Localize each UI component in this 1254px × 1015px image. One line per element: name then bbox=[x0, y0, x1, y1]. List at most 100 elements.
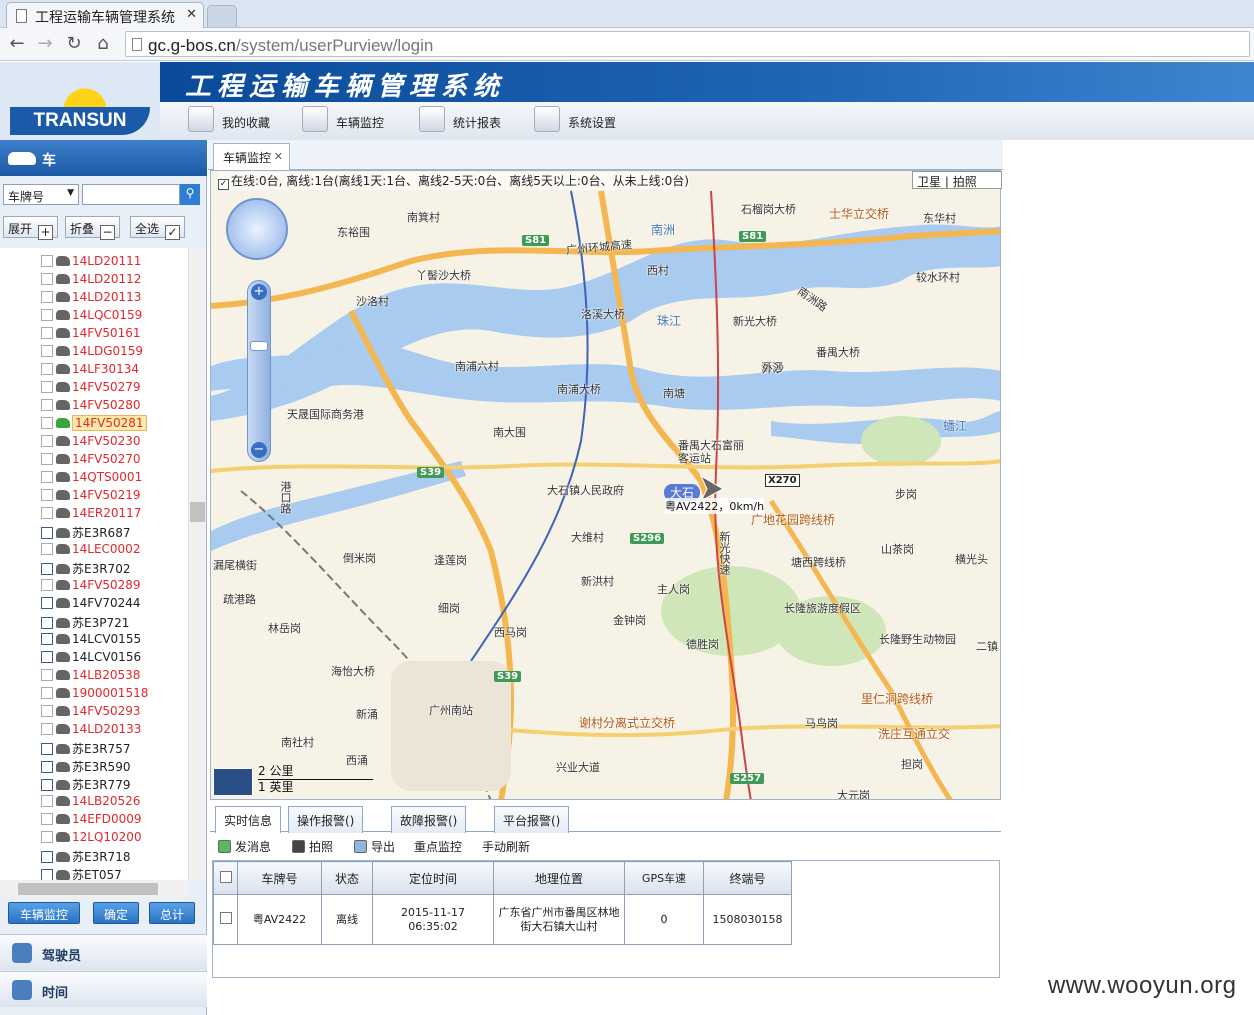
list-item[interactable]: 14LD20111 bbox=[41, 254, 141, 272]
vehicle-checkbox[interactable] bbox=[41, 381, 53, 393]
list-item[interactable]: 14FV50279 bbox=[41, 380, 141, 398]
column-header[interactable]: 定位时间 bbox=[372, 861, 494, 895]
forward-icon[interactable]: → bbox=[34, 33, 56, 54]
focus-monitor-button[interactable]: 重点监控 bbox=[414, 838, 462, 855]
vehicle-checkbox[interactable] bbox=[41, 597, 53, 609]
column-header[interactable]: GPS车速 bbox=[624, 861, 704, 895]
confirm-button[interactable]: 确定 bbox=[93, 902, 139, 924]
list-item[interactable]: 1900001518 bbox=[41, 686, 148, 704]
home-icon[interactable]: ⌂ bbox=[92, 33, 114, 54]
list-item[interactable]: 14LQC0159 bbox=[41, 308, 142, 326]
list-item[interactable]: 苏E3R590 bbox=[41, 758, 130, 776]
vehicle-speed-label[interactable]: 粤AV2422，0km/h bbox=[665, 498, 765, 514]
zoom-knob[interactable] bbox=[250, 341, 268, 351]
list-item[interactable]: 14FV50161 bbox=[41, 326, 141, 344]
vehicle-checkbox[interactable] bbox=[41, 633, 53, 645]
row-checkbox[interactable] bbox=[219, 911, 232, 924]
column-header[interactable]: 状态 bbox=[321, 861, 373, 895]
back-icon[interactable]: ← bbox=[6, 33, 28, 54]
vehicle-checkbox[interactable] bbox=[41, 831, 53, 843]
collapse-button[interactable]: 折叠 − bbox=[65, 216, 121, 240]
tab-platform-alarm[interactable]: 平台报警() bbox=[494, 806, 570, 833]
list-item[interactable]: 14FV50280 bbox=[41, 398, 141, 416]
vehicle-checkbox[interactable] bbox=[41, 813, 53, 825]
map-view[interactable]: 南箕村 东裕围 丫髻沙大桥 沙洛村 南洲 石榴岗大桥 士华立交桥 东华村 西村 … bbox=[210, 170, 1001, 800]
vehicle-checkbox[interactable] bbox=[41, 743, 53, 755]
vehicle-checkbox[interactable] bbox=[41, 273, 53, 285]
list-item[interactable]: 14LD20113 bbox=[41, 290, 141, 308]
accordion-driver[interactable]: 驾驶员 bbox=[0, 934, 207, 970]
vehicle-checkbox[interactable] bbox=[41, 471, 53, 483]
map-type-switch[interactable]: 卫星 | 拍照 bbox=[912, 171, 1002, 189]
header-checkbox-cell[interactable] bbox=[213, 861, 238, 895]
list-item[interactable]: 14FV70244 bbox=[41, 596, 141, 614]
vehicle-checkbox[interactable] bbox=[41, 563, 53, 575]
overview-map-toggle[interactable] bbox=[213, 768, 253, 796]
tree-vertical-scrollbar[interactable] bbox=[188, 248, 206, 880]
list-item[interactable]: 苏E3R702 bbox=[41, 560, 130, 578]
list-item[interactable]: 14LF30134 bbox=[41, 362, 139, 380]
list-item[interactable]: 14LCV0155 bbox=[41, 632, 141, 650]
vehicle-checkbox[interactable] bbox=[41, 363, 53, 375]
vehicle-panel-header[interactable]: 车 bbox=[0, 140, 207, 176]
menu-vehicle-monitor[interactable]: 车辆监控 bbox=[302, 106, 384, 132]
scroll-thumb[interactable] bbox=[18, 883, 158, 895]
list-item[interactable]: 14LEC0002 bbox=[41, 542, 140, 560]
vehicle-checkbox[interactable] bbox=[41, 255, 53, 267]
list-item[interactable]: 14LD20112 bbox=[41, 272, 141, 290]
list-item[interactable]: 苏E3R757 bbox=[41, 740, 130, 758]
select-all-checkbox[interactable] bbox=[219, 870, 232, 883]
vehicle-checkbox[interactable] bbox=[41, 435, 53, 447]
browser-tab[interactable]: 工程运输车辆管理系统 ✕ bbox=[6, 2, 204, 28]
menu-reports[interactable]: 统计报表 bbox=[419, 106, 501, 132]
tab-operation-alarm[interactable]: 操作报警() bbox=[288, 806, 364, 833]
list-item[interactable]: 14ER20117 bbox=[41, 506, 141, 524]
close-tab-icon[interactable]: ✕ bbox=[274, 150, 283, 163]
list-item[interactable]: 14FV50270 bbox=[41, 452, 141, 470]
vehicle-checkbox[interactable] bbox=[41, 705, 53, 717]
vehicle-checkbox[interactable] bbox=[41, 779, 53, 791]
list-item[interactable]: 14QTS0001 bbox=[41, 470, 142, 488]
online-checkbox[interactable]: ✓ bbox=[218, 179, 229, 190]
vehicle-checkbox[interactable] bbox=[41, 687, 53, 699]
row-checkbox-cell[interactable] bbox=[213, 894, 238, 945]
list-item[interactable]: 14FV50219 bbox=[41, 488, 141, 506]
search-field-select[interactable]: 车牌号 ▼ bbox=[3, 184, 79, 205]
pan-control-icon[interactable] bbox=[226, 198, 288, 260]
list-item[interactable]: 14LB20526 bbox=[41, 794, 140, 812]
vehicle-checkbox[interactable] bbox=[41, 851, 53, 863]
list-item[interactable]: 14EFD0009 bbox=[41, 812, 142, 830]
plate-search-input[interactable] bbox=[82, 184, 180, 205]
take-photo-button[interactable]: 拍照 bbox=[292, 838, 333, 855]
list-item[interactable]: 苏E3P721 bbox=[41, 614, 129, 632]
vehicle-checkbox[interactable] bbox=[41, 723, 53, 735]
url-field[interactable]: gc.g-bos.cn/system/userPurview/login bbox=[125, 31, 1250, 57]
vehicle-checkbox[interactable] bbox=[41, 761, 53, 773]
reload-icon[interactable]: ↻ bbox=[63, 33, 85, 54]
vehicle-checkbox[interactable] bbox=[41, 669, 53, 681]
tree-horizontal-scrollbar[interactable] bbox=[0, 880, 188, 898]
vehicle-checkbox[interactable] bbox=[41, 327, 53, 339]
column-header[interactable]: 地理位置 bbox=[493, 861, 625, 895]
manual-refresh-button[interactable]: 手动刷新 bbox=[482, 838, 530, 855]
list-item[interactable]: 14FV50293 bbox=[41, 704, 141, 722]
close-tab-icon[interactable]: ✕ bbox=[186, 7, 197, 22]
list-item[interactable]: 14FV50230 bbox=[41, 434, 141, 452]
vehicle-checkbox[interactable] bbox=[41, 489, 53, 501]
expand-button[interactable]: 展开 + bbox=[3, 216, 59, 240]
list-item[interactable]: 苏ET057 bbox=[41, 866, 122, 880]
total-button[interactable]: 总计 bbox=[149, 902, 195, 924]
search-icon[interactable]: ⚲ bbox=[180, 184, 200, 205]
list-item[interactable]: 14FV50281 bbox=[41, 415, 147, 434]
table-row[interactable]: 粤AV2422 离线 2015-11-17 06:35:02 广东省广州市番禺区… bbox=[213, 894, 792, 945]
list-item[interactable]: 苏E3R687 bbox=[41, 524, 130, 542]
scroll-thumb[interactable] bbox=[190, 502, 205, 522]
menu-favorites[interactable]: 我的收藏 bbox=[188, 106, 270, 132]
vehicle-checkbox[interactable] bbox=[41, 345, 53, 357]
export-button[interactable]: 导出 bbox=[354, 838, 395, 855]
vehicle-monitor-button[interactable]: 车辆监控 bbox=[8, 902, 80, 924]
vehicle-checkbox[interactable] bbox=[41, 291, 53, 303]
list-item[interactable]: 14FV50289 bbox=[41, 578, 141, 596]
tab-vehicle-monitor[interactable]: 车辆监控 ✕ bbox=[213, 143, 290, 170]
vehicle-checkbox[interactable] bbox=[41, 651, 53, 663]
